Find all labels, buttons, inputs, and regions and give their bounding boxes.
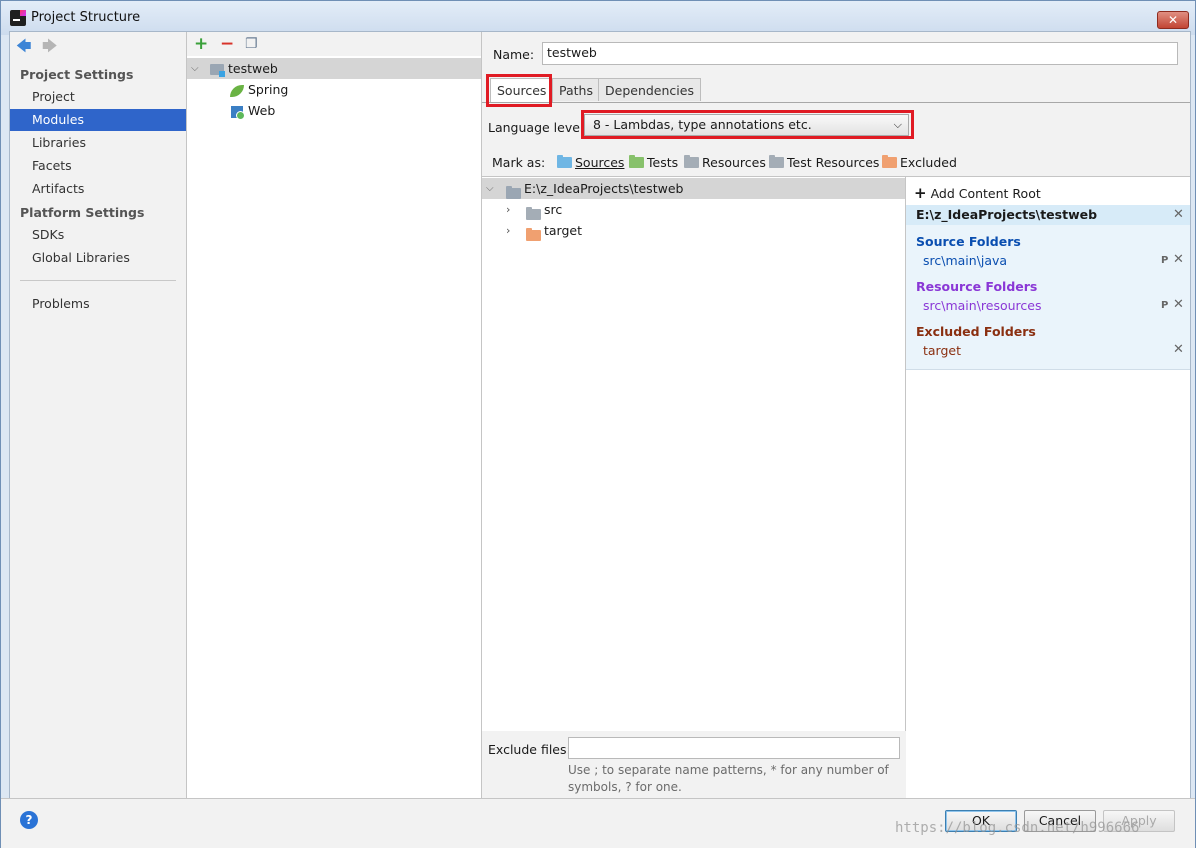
nav-section-project-settings: Project Settings (20, 67, 134, 82)
language-level-highlight (581, 110, 914, 139)
tree-row-target[interactable]: › target (482, 220, 905, 241)
mark-tests-button[interactable]: Tests (629, 155, 678, 170)
module-folder-icon (210, 58, 225, 79)
content-roots-panel: + Add Content Root E:\z_IdeaProjects\tes… (906, 176, 1190, 800)
module-name-input[interactable]: testweb (542, 42, 1178, 65)
back-arrow-icon[interactable]: 🡄 (16, 37, 32, 55)
remove-excluded-folder-icon[interactable]: ✕ (1173, 342, 1184, 357)
tests-folder-icon (629, 155, 644, 168)
window-title: Project Structure (31, 10, 141, 25)
tree-row-content-root[interactable]: ⌵ E:\z_IdeaProjects\testweb (482, 178, 905, 199)
nav-item-problems[interactable]: Problems (10, 293, 186, 315)
resources-folder-icon (684, 155, 699, 168)
mark-resources-button[interactable]: Resources (684, 155, 766, 170)
dialog-button-bar: ? OK Cancel Apply https://blog.csdn.net/… (1, 798, 1195, 848)
close-window-button[interactable]: ✕ (1157, 11, 1189, 29)
mark-test-resources-button[interactable]: Test Resources (769, 155, 879, 170)
tree-label-testweb: testweb (228, 61, 278, 76)
exclude-files-input[interactable] (568, 737, 900, 759)
resource-folder-item: src\main\resources (923, 298, 1042, 313)
target-folder-icon (526, 225, 544, 246)
tab-paths[interactable]: Paths (552, 78, 600, 101)
nav-divider (20, 280, 176, 281)
edit-properties-icon[interactable]: P (1161, 255, 1168, 266)
excluded-folders-title: Excluded Folders (916, 324, 1036, 339)
edit-properties-icon[interactable]: P (1161, 300, 1168, 311)
name-label: Name: (493, 47, 535, 62)
tree-label-spring: Spring (248, 82, 289, 97)
module-tabs: Sources Paths Dependencies (482, 78, 1190, 103)
nav-item-project[interactable]: Project (10, 86, 186, 108)
nav-item-artifacts[interactable]: Artifacts (10, 178, 186, 200)
chevron-right-icon[interactable]: › (506, 199, 510, 220)
module-tree-panel: + − ❐ ⌵ testweb Spring Web (187, 32, 482, 799)
chevron-right-icon[interactable]: › (506, 220, 510, 241)
sources-tab-highlight (486, 74, 552, 107)
source-folder-item: src\main\java (923, 253, 1008, 268)
content-root-path: E:\z_IdeaProjects\testweb (916, 207, 1098, 222)
chevron-down-icon[interactable]: ⌵ (191, 58, 199, 79)
nav-item-facets[interactable]: Facets (10, 155, 186, 177)
module-settings-panel: Name: testweb Sources Paths Dependencies… (482, 32, 1190, 800)
mark-sources-button[interactable]: Sources (557, 155, 624, 170)
exclude-files-label: Exclude files: (488, 742, 571, 757)
language-level-label: Language level: (488, 120, 588, 135)
web-facet-icon (231, 100, 245, 121)
copy-module-icon[interactable]: ❐ (245, 34, 258, 54)
nav-section-platform-settings: Platform Settings (20, 205, 145, 220)
remove-module-icon[interactable]: − (220, 34, 234, 54)
module-toolbar: + − ❐ (187, 32, 481, 56)
add-module-icon[interactable]: + (194, 34, 208, 54)
sources-folder-icon (557, 155, 572, 168)
tab-dependencies[interactable]: Dependencies (598, 78, 701, 101)
tree-row-spring[interactable]: Spring (187, 79, 481, 100)
tree-row-testweb[interactable]: ⌵ testweb (187, 58, 481, 79)
forward-arrow-icon[interactable]: 🡆 (42, 37, 58, 55)
chevron-down-icon[interactable]: ⌵ (486, 178, 494, 199)
mark-resources-label: Resources (702, 155, 766, 170)
watermark: https://blog.csdn.net/h996666 (895, 820, 1140, 836)
content-root-tree: ⌵ E:\z_IdeaProjects\testweb › src › targ… (482, 176, 906, 731)
source-folders-title: Source Folders (916, 234, 1021, 249)
intellij-app-icon (10, 10, 26, 26)
nav-item-modules[interactable]: Modules (10, 109, 186, 131)
tree-label-src: src (544, 202, 563, 217)
remove-resource-folder-icon[interactable]: ✕ (1173, 297, 1184, 312)
excluded-folder-icon (882, 155, 897, 168)
help-icon[interactable]: ? (20, 811, 38, 829)
add-content-root-label: Add Content Root (930, 186, 1041, 201)
tree-row-src[interactable]: › src (482, 199, 905, 220)
exclude-files-hint: Use ; to separate name patterns, * for a… (568, 763, 889, 794)
content-root-block: E:\z_IdeaProjects\testweb ✕ Source Folde… (906, 205, 1190, 370)
remove-root-icon[interactable]: ✕ (1173, 207, 1184, 222)
excluded-folder-item: target (923, 343, 962, 358)
plus-icon: + (914, 184, 927, 202)
content-root-header: E:\z_IdeaProjects\testweb ✕ (906, 205, 1190, 225)
dialog-content: 🡄 🡆 Project Settings Project Modules Lib… (9, 31, 1191, 800)
test-resources-folder-icon (769, 155, 784, 168)
add-content-root-button[interactable]: + Add Content Root (914, 184, 1041, 202)
nav-item-global-libraries[interactable]: Global Libraries (10, 247, 186, 269)
mark-sources-label: Sources (575, 155, 625, 170)
spring-leaf-icon (230, 79, 244, 100)
nav-item-libraries[interactable]: Libraries (10, 132, 186, 154)
content-root-label: E:\z_IdeaProjects\testweb (524, 181, 684, 196)
project-structure-window: Project Structure ✕ 🡄 🡆 Project Settings… (0, 0, 1196, 848)
tree-label-target: target (544, 223, 583, 238)
mark-tests-label: Tests (647, 155, 679, 170)
tree-row-web[interactable]: Web (187, 100, 481, 121)
title-bar: Project Structure ✕ (1, 1, 1195, 35)
mark-test-resources-label: Test Resources (787, 155, 880, 170)
settings-nav: 🡄 🡆 Project Settings Project Modules Lib… (10, 32, 187, 799)
mark-excluded-button[interactable]: Excluded (882, 155, 957, 170)
nav-item-sdks[interactable]: SDKs (10, 224, 186, 246)
mark-as-label: Mark as: (492, 155, 546, 170)
resource-folders-title: Resource Folders (916, 279, 1038, 294)
tree-label-web: Web (248, 103, 276, 118)
remove-source-folder-icon[interactable]: ✕ (1173, 252, 1184, 267)
mark-excluded-label: Excluded (900, 155, 957, 170)
